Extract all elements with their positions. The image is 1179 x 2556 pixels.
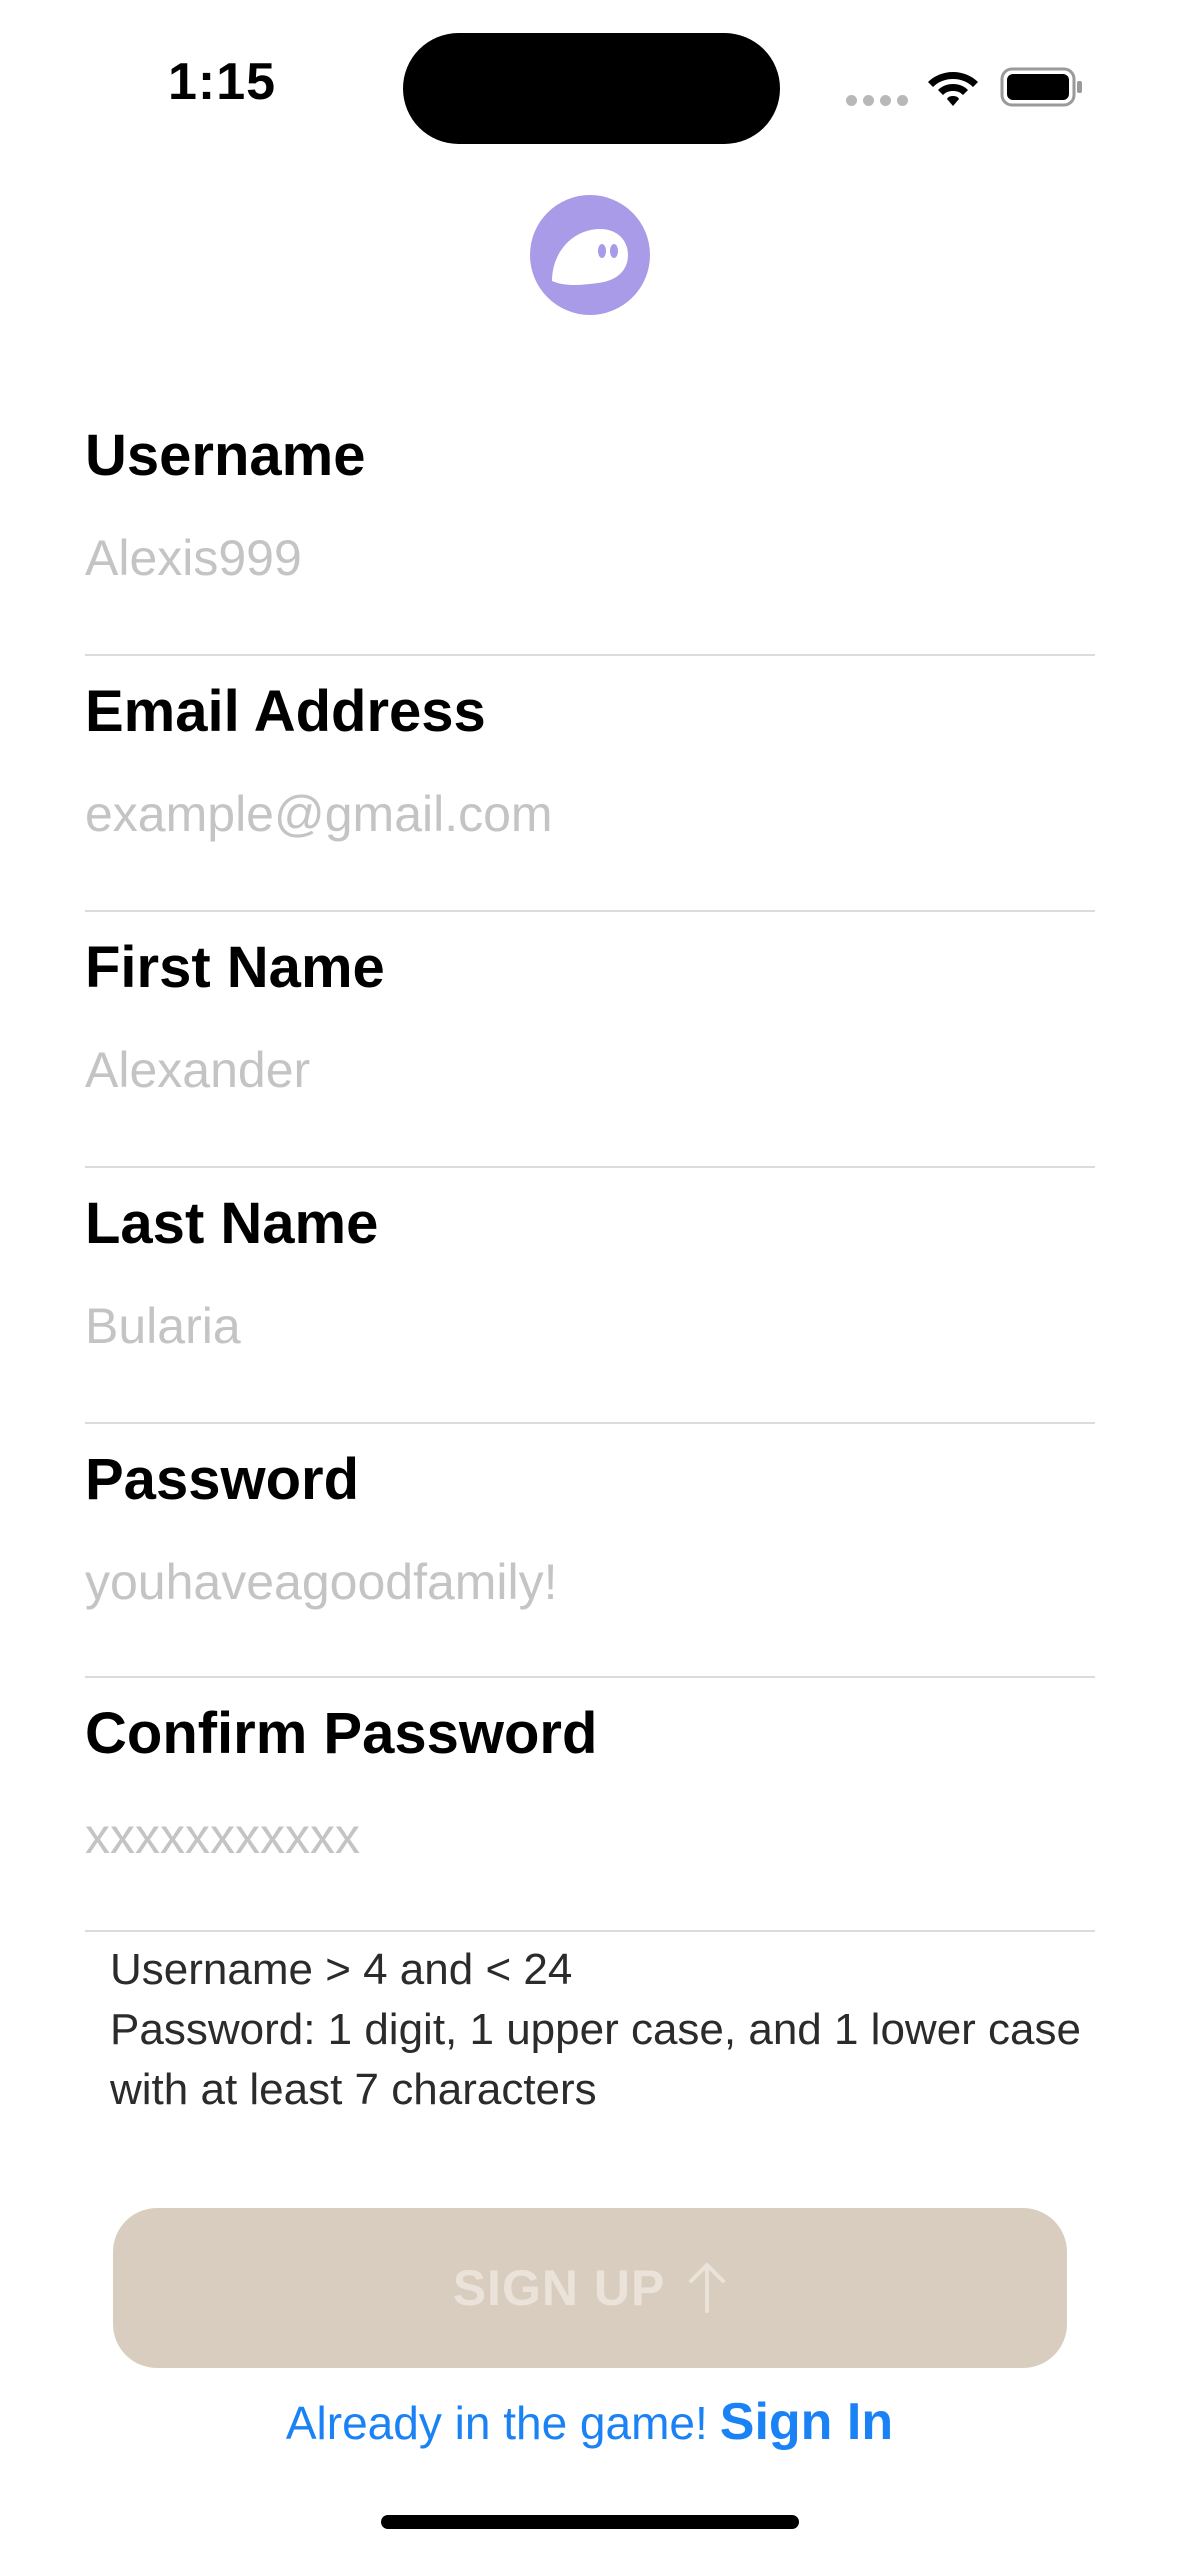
arrow-up-icon <box>689 2263 726 2313</box>
password-input[interactable] <box>85 1546 1095 1618</box>
first-name-label: First Name <box>85 935 385 1000</box>
signup-form: Username Email Address First Name Last N… <box>85 400 1095 1932</box>
email-field-group: Email Address <box>85 656 1095 912</box>
battery-icon <box>1000 67 1082 107</box>
last-name-field-group: Last Name <box>85 1168 1095 1424</box>
confirm-password-input[interactable] <box>85 1800 1095 1872</box>
password-requirement: Password: 1 digit, 1 upper case, and 1 l… <box>110 2005 1081 2054</box>
first-name-input[interactable] <box>85 1034 1095 1106</box>
confirm-password-field-group: Confirm Password <box>85 1678 1095 1932</box>
username-field-group: Username <box>85 400 1095 656</box>
email-label: Email Address <box>85 679 486 744</box>
last-name-input[interactable] <box>85 1290 1095 1362</box>
wifi-icon <box>928 72 978 106</box>
sign-up-button[interactable]: SIGN UP <box>113 2208 1067 2368</box>
home-indicator[interactable] <box>381 2515 799 2529</box>
password-requirement-continued: with at least 7 characters <box>110 2065 597 2114</box>
ghost-logo-icon <box>530 195 650 315</box>
status-time: 1:15 <box>168 53 277 111</box>
sign-in-link[interactable]: Sign In <box>720 2393 893 2451</box>
password-field-group: Password <box>85 1424 1095 1678</box>
password-label: Password <box>85 1447 359 1512</box>
username-label: Username <box>85 423 366 488</box>
dynamic-island <box>403 33 780 144</box>
first-name-field-group: First Name <box>85 912 1095 1168</box>
confirm-password-label: Confirm Password <box>85 1701 598 1766</box>
sign-in-prompt: Already in the game! <box>285 2397 708 2449</box>
username-requirement: Username > 4 and < 24 <box>110 1945 573 1994</box>
requirements-text: Username > 4 and < 24 Password: 1 digit,… <box>110 1940 1090 2120</box>
last-name-label: Last Name <box>85 1191 379 1256</box>
username-input[interactable] <box>85 522 1095 594</box>
email-input[interactable] <box>85 778 1095 850</box>
sign-in-row: Already in the game! Sign In <box>0 2392 1179 2452</box>
sign-up-label: SIGN UP <box>452 2260 666 2316</box>
cellular-dots-icon <box>846 95 908 106</box>
